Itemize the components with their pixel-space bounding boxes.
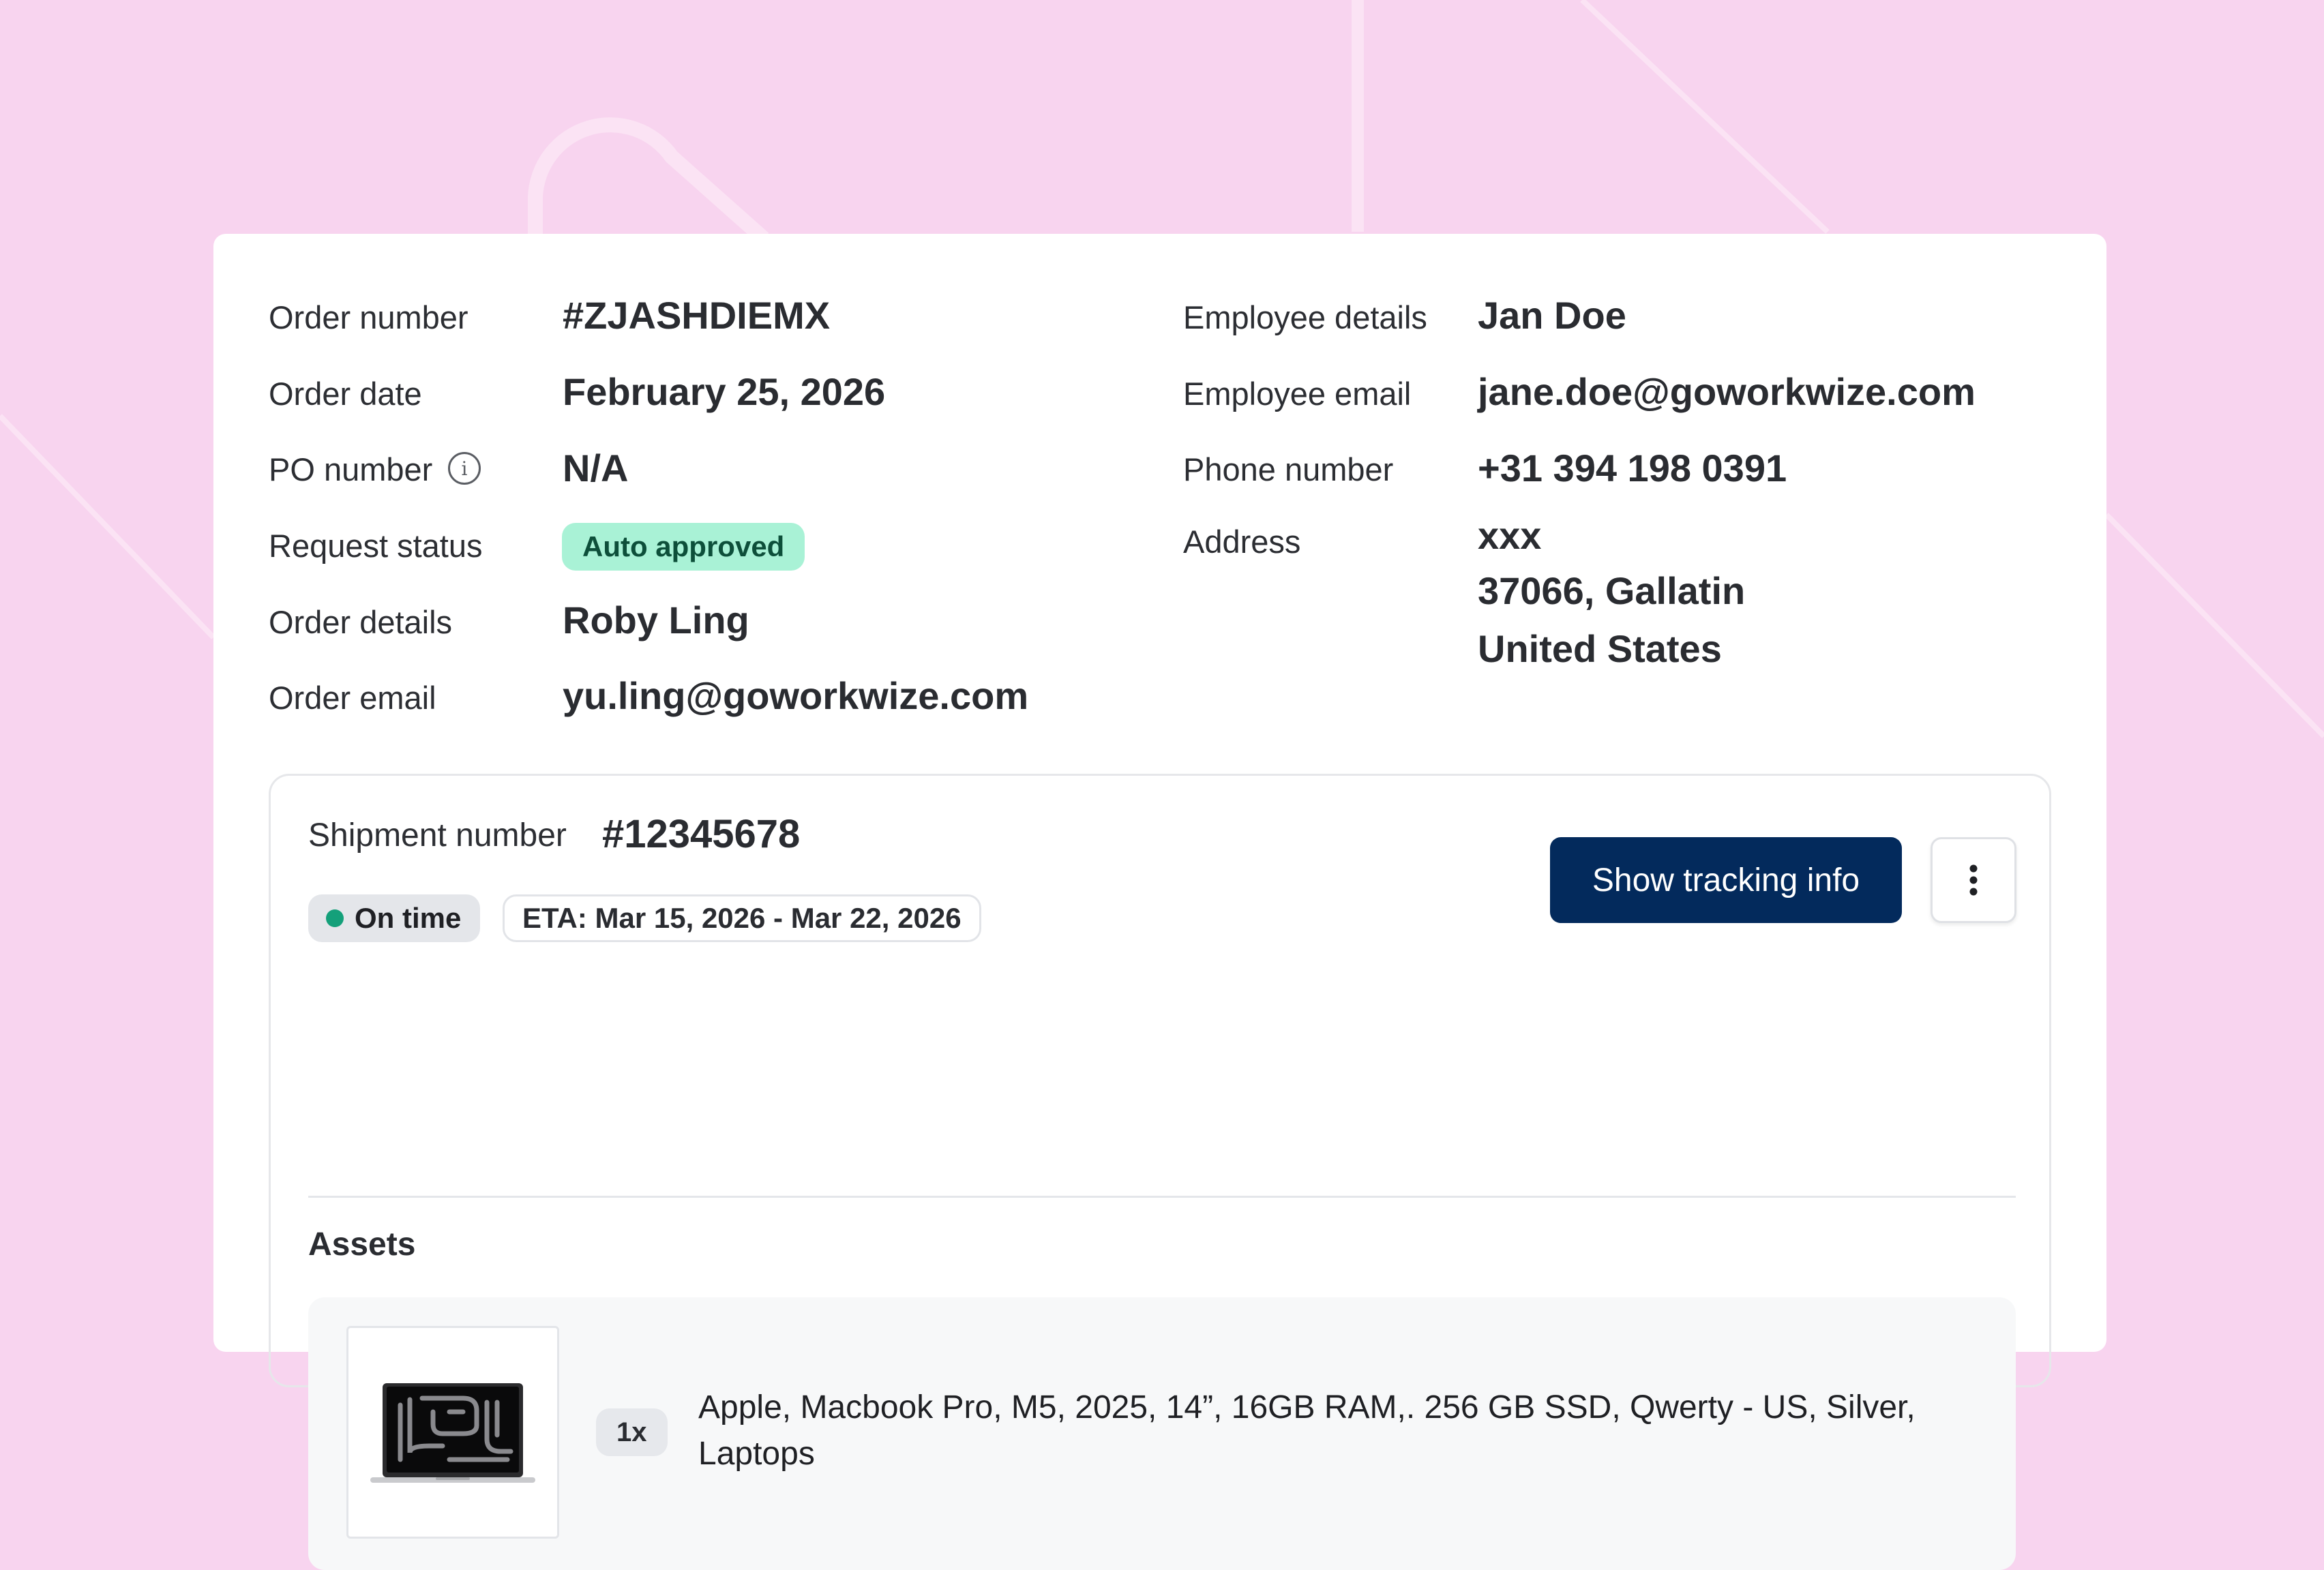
asset-list-item: 1x Apple, Macbook Pro, M5, 2025, 14”, 16… <box>308 1297 2016 1570</box>
order-date-value: February 25, 2026 <box>563 370 886 413</box>
order-details-value: Roby Ling <box>563 599 749 641</box>
order-date-label: Order date <box>269 376 422 412</box>
shipment-panel: Shipment number #12345678 On time ETA: M… <box>269 774 2051 1570</box>
employee-email-label: Employee email <box>1183 376 1412 412</box>
shipment-number-label: Shipment number <box>308 817 567 854</box>
eta-badge: ETA: Mar 15, 2026 - Mar 22, 2026 <box>503 894 981 942</box>
phone-number-value: +31 394 198 0391 <box>1478 447 1787 489</box>
phone-number-label: Phone number <box>1183 451 1394 487</box>
status-dot-icon <box>326 909 344 927</box>
employee-name-value: Jan Doe <box>1478 294 1626 337</box>
po-number-value: N/A <box>563 447 629 489</box>
assets-heading: Assets <box>308 1226 416 1263</box>
shipment-number-value: #12345678 <box>602 812 801 856</box>
order-email-value: yu.ling@goworkwize.com <box>563 674 1029 717</box>
laptop-image <box>370 1383 535 1483</box>
laptop-thumbnail <box>346 1326 559 1539</box>
address-line2: 37066, Gallatin <box>1478 569 1746 612</box>
order-number-label: Order number <box>269 299 468 335</box>
info-icon[interactable]: i <box>448 452 481 485</box>
more-options-button[interactable] <box>1931 837 2016 923</box>
more-vertical-icon <box>1969 864 1978 896</box>
employee-email-value: jane.doe@goworkwize.com <box>1478 370 1976 413</box>
quantity-badge: 1x <box>596 1408 668 1456</box>
order-details-label: Order details <box>269 604 453 640</box>
order-number-value: #ZJASHDIEMX <box>563 294 831 337</box>
address-line3: United States <box>1478 627 1722 670</box>
order-card: Order number #ZJASHDIEMX Order date Febr… <box>213 234 2106 1570</box>
address-line1: xxx <box>1478 514 1542 557</box>
address-label: Address <box>1183 524 1301 560</box>
on-time-status-text: On time <box>355 902 462 934</box>
show-tracking-info-button[interactable]: Show tracking info <box>1550 837 1902 923</box>
asset-description: Apple, Macbook Pro, M5, 2025, 14”, 16GB … <box>698 1389 1916 1472</box>
on-time-status-badge: On time <box>308 894 481 942</box>
order-email-label: Order email <box>269 680 436 716</box>
request-status-label: Request status <box>269 528 483 564</box>
divider <box>308 1196 2016 1198</box>
request-status-badge: Auto approved <box>562 523 805 571</box>
po-number-label: PO number <box>269 451 433 487</box>
employee-details-label: Employee details <box>1183 299 1427 335</box>
